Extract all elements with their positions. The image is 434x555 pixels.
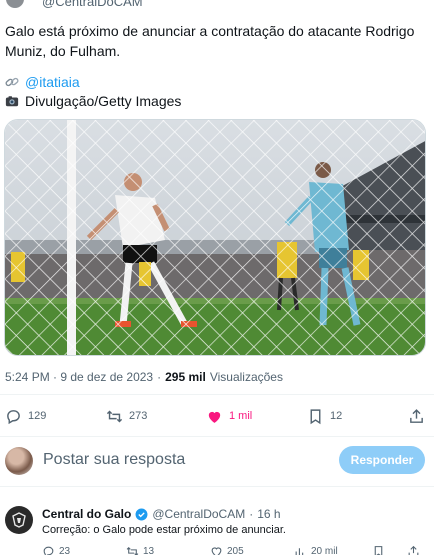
tweet-meta: 5:24 PM · 9 de dez de 2023 · 295 mil Vis… — [5, 370, 283, 384]
retweet-icon — [106, 410, 123, 422]
views-icon — [295, 548, 304, 555]
reply-author-name[interactable]: Central do Galo — [42, 507, 131, 521]
reply-tweet-views-count: 20 mil — [311, 546, 338, 555]
user-avatar[interactable] — [5, 447, 33, 475]
share-icon — [408, 545, 419, 555]
camera-icon — [5, 96, 19, 107]
retweet-button[interactable]: 273 — [106, 402, 147, 430]
credit-photo-text: Divulgação/Getty Images — [25, 93, 182, 109]
reply-tweet-like-count: 205 — [227, 546, 244, 555]
reply-tweet-text: Correção: o Galo pode estar próximo de a… — [42, 524, 286, 536]
reply-separator: · — [249, 507, 254, 521]
reply-tweet-retweet-button[interactable]: 13 — [126, 545, 154, 555]
bookmark-icon — [374, 546, 383, 555]
retweet-icon — [126, 546, 139, 555]
galo-logo-icon — [12, 512, 26, 528]
tweet-photo[interactable] — [4, 119, 426, 356]
reply-icon — [43, 546, 54, 555]
bookmark-button[interactable]: 12 — [307, 402, 342, 430]
credit-photo-line: Divulgação/Getty Images — [5, 92, 181, 110]
retweet-count: 273 — [129, 410, 148, 422]
reply-button[interactable]: 129 — [5, 402, 46, 430]
divider-bottom — [0, 486, 434, 487]
views-label: Visualizações — [209, 370, 283, 384]
tweet-action-bar: 129 273 1 mil 12 — [0, 402, 434, 430]
heart-icon — [211, 547, 222, 555]
reply-tweet-action-bar: 23 13 205 20 mil — [42, 545, 434, 555]
reply-count: 129 — [28, 410, 47, 422]
credit-link[interactable]: @itatiaia — [25, 73, 80, 91]
reply-author-avatar[interactable] — [5, 506, 33, 534]
reply-author-handle[interactable]: @CentralDoCAM — [152, 507, 245, 521]
reply-submit-button[interactable]: Responder — [339, 446, 425, 474]
tweet-time[interactable]: 5:24 PM · 9 de dez de 2023 — [5, 370, 153, 384]
like-button[interactable]: 1 mil — [206, 402, 252, 430]
reply-tweet[interactable]: Central do Galo @CentralDoCAM · 16 h Cor… — [0, 497, 434, 555]
reply-tweet-header: Central do Galo @CentralDoCAM · 16 h — [42, 507, 281, 521]
verified-icon — [135, 508, 148, 520]
reply-tweet-reply-button[interactable]: 23 — [42, 545, 70, 555]
credit-source-line: @itatiaia — [5, 73, 80, 91]
author-avatar[interactable] — [6, 0, 24, 8]
reply-input[interactable]: Postar sua resposta — [43, 451, 185, 469]
reply-tweet-views-button[interactable]: 20 mil — [294, 545, 338, 555]
like-count: 1 mil — [229, 410, 253, 422]
reply-icon — [7, 409, 20, 424]
meta-separator: · — [157, 370, 162, 384]
football-goal-photo — [5, 120, 425, 355]
reply-tweet-share-button[interactable] — [407, 545, 420, 555]
bookmark-count: 12 — [330, 410, 343, 422]
views-count: 295 mil — [165, 370, 206, 384]
divider-mid — [0, 436, 434, 437]
reply-composer: Postar sua resposta Responder — [0, 440, 434, 482]
author-handle[interactable]: @CentralDoCAM — [42, 0, 143, 9]
share-icon — [410, 408, 423, 423]
reply-tweet-bookmark-button[interactable] — [372, 545, 385, 555]
reply-tweet-retweet-count: 13 — [143, 546, 155, 555]
reply-tweet-like-button[interactable]: 205 — [210, 545, 244, 555]
bookmark-icon — [310, 408, 321, 424]
heart-icon — [208, 411, 221, 423]
link-icon — [5, 77, 19, 87]
share-button[interactable] — [408, 402, 425, 430]
divider-top — [0, 394, 434, 395]
reply-tweet-reply-count: 23 — [59, 546, 71, 555]
reply-age[interactable]: 16 h — [257, 507, 280, 521]
tweet-text: Galo está próximo de anunciar a contrata… — [5, 23, 415, 59]
